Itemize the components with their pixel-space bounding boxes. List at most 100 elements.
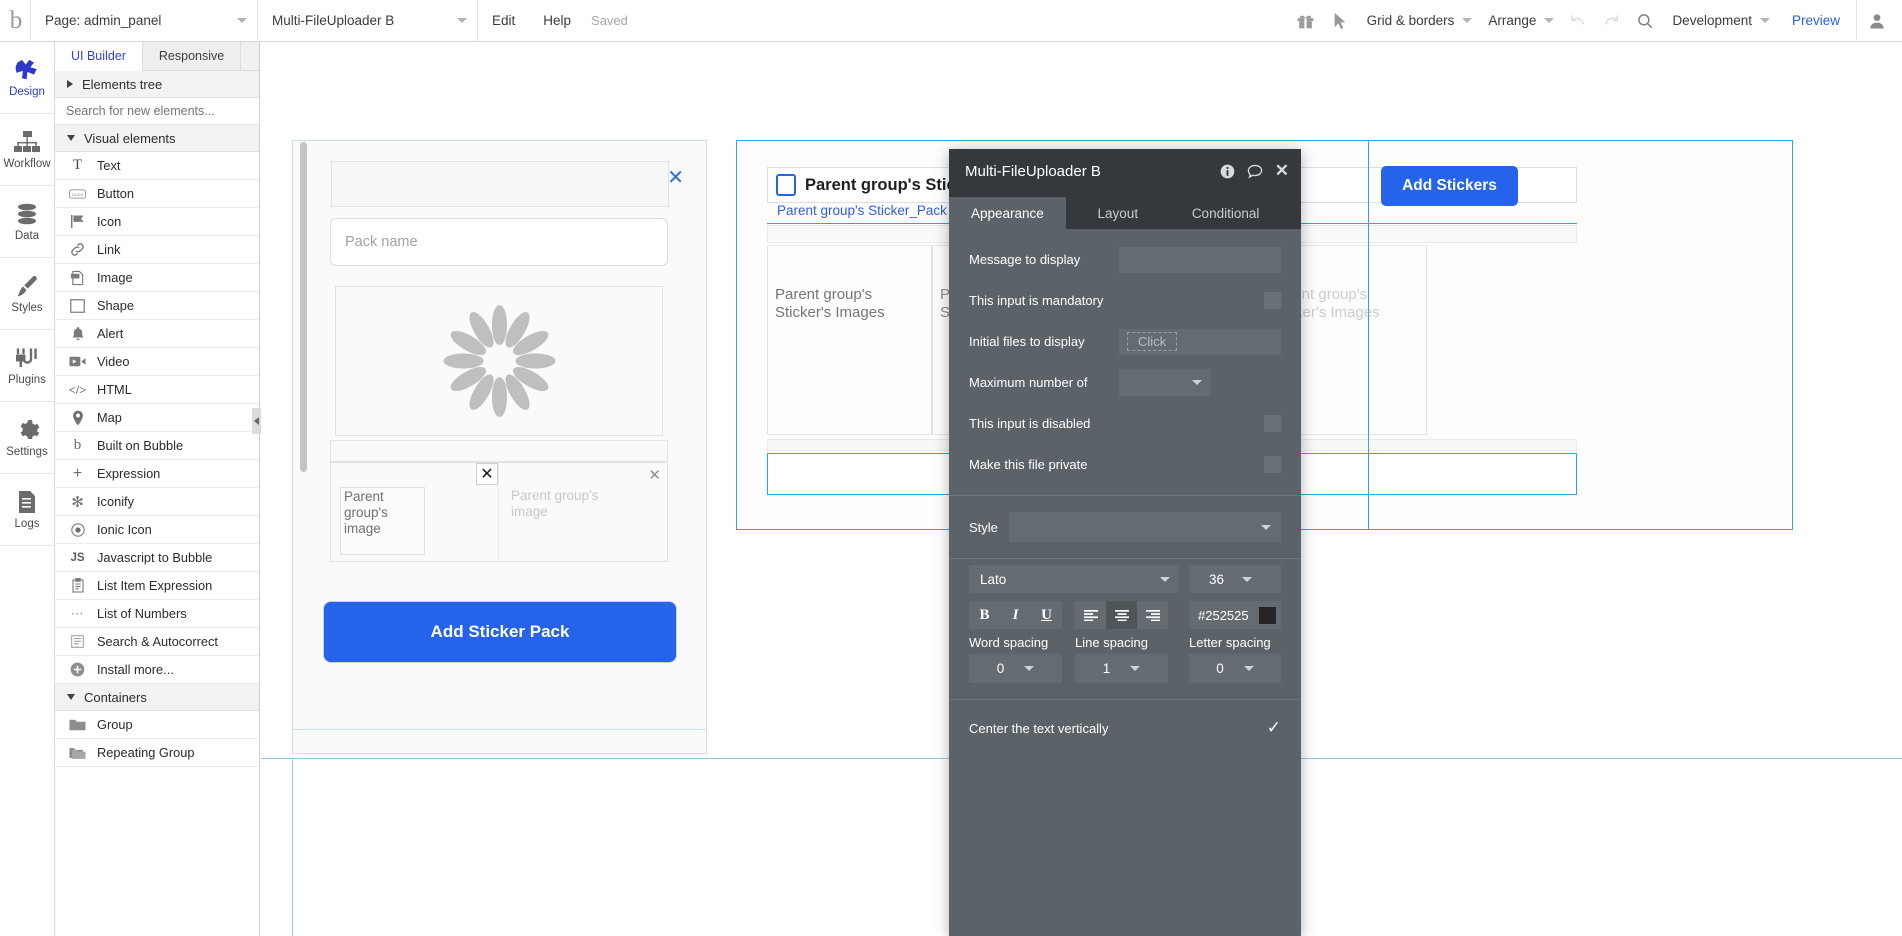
element-item-html[interactable]: </> HTML (55, 376, 259, 404)
private-checkbox[interactable] (1264, 456, 1281, 473)
element-item-repeating-group[interactable]: Repeating Group (55, 739, 259, 767)
align-left-icon[interactable] (1075, 601, 1106, 629)
property-editor[interactable]: Multi-FileUploader B ✕ Appearance Layout… (949, 149, 1301, 936)
comment-bubble-icon[interactable] (1247, 164, 1263, 179)
cursor-arrow-icon[interactable] (1323, 0, 1357, 42)
tab-conditional[interactable]: Conditional (1170, 197, 1282, 229)
help-menu[interactable]: Help (529, 0, 585, 42)
element-item-search-autocorrect[interactable]: Search & Autocorrect (55, 628, 259, 656)
sticker-card[interactable]: Parent group's Sticker's Images (767, 245, 932, 435)
font-style-group: B I U (969, 601, 1062, 629)
tab-ui-builder[interactable]: UI Builder (55, 42, 143, 71)
element-item-map[interactable]: Map (55, 404, 259, 432)
element-item-built-on-bubble[interactable]: b Built on Bubble (55, 432, 259, 460)
containers-header[interactable]: Containers (55, 684, 259, 711)
arrange-menu[interactable]: Arrange (1478, 0, 1560, 42)
mandatory-checkbox[interactable] (1264, 292, 1281, 309)
asterisk-icon: ✻ (69, 493, 86, 511)
element-select[interactable]: Multi-FileUploader B (258, 0, 478, 42)
word-spacing-select[interactable]: 0 (969, 654, 1062, 683)
search-icon[interactable] (1628, 0, 1662, 42)
tab-responsive[interactable]: Responsive (143, 42, 241, 70)
field-label: Style (969, 520, 1009, 535)
underline-icon[interactable]: U (1031, 601, 1062, 629)
preview-button[interactable]: Preview (1776, 13, 1856, 28)
sidebar-item-settings[interactable]: Settings (0, 402, 54, 474)
thumbnail-item[interactable]: ✕ Parent group's image (331, 463, 499, 563)
tab-layout[interactable]: Layout (1066, 197, 1170, 229)
letter-spacing-select[interactable]: 0 (1189, 654, 1281, 683)
style-select[interactable] (1009, 512, 1281, 542)
element-item-shape[interactable]: Shape (55, 292, 259, 320)
element-search-row[interactable] (55, 98, 259, 125)
user-avatar-icon[interactable] (1856, 0, 1896, 42)
center-vertically-checkbox[interactable]: ✓ (1267, 718, 1281, 738)
pack-name-input[interactable]: Pack name (330, 218, 668, 266)
element-item-video[interactable]: Video (55, 348, 259, 376)
left-panel: UI Builder Responsive Elements tree Visu… (55, 42, 260, 936)
font-color-picker[interactable]: #252525 (1189, 601, 1281, 629)
initial-files-input[interactable]: Click (1119, 329, 1281, 355)
element-item-group[interactable]: Group (55, 711, 259, 739)
sidebar-item-logs[interactable]: Logs (0, 474, 54, 546)
line-spacing-label: Line spacing (1075, 635, 1168, 650)
element-item-icon[interactable]: Icon (55, 208, 259, 236)
element-item-expression[interactable]: + Expression (55, 460, 259, 488)
grid-borders-menu[interactable]: Grid & borders (1357, 0, 1479, 42)
sidebar-item-workflow[interactable]: Workflow (0, 114, 54, 186)
info-icon[interactable] (1220, 164, 1235, 179)
element-item-ionic-icon[interactable]: Ionic Icon (55, 516, 259, 544)
chevron-right-icon (67, 80, 73, 88)
font-family-select[interactable]: Lato (969, 565, 1179, 593)
field-center-vertically: Center the text vertically ✓ (949, 699, 1301, 756)
element-label: Video (97, 354, 130, 369)
element-item-text[interactable]: T Text (55, 152, 259, 180)
thumbnail-item[interactable]: ✕ Parent group's image (499, 463, 667, 563)
element-item-install-more[interactable]: Install more... (55, 656, 259, 684)
sidebar-item-plugins[interactable]: Plugins (0, 330, 54, 402)
close-x-icon[interactable]: ✕ (476, 463, 498, 485)
element-item-button[interactable]: CLICK Button (55, 180, 259, 208)
element-item-javascript-to-bubble[interactable]: JS Javascript to Bubble (55, 544, 259, 572)
elements-tree-header[interactable]: Elements tree (55, 71, 259, 98)
disabled-checkbox[interactable] (1264, 415, 1281, 432)
search-input[interactable] (66, 104, 240, 118)
visual-elements-header[interactable]: Visual elements (55, 125, 259, 152)
page-select[interactable]: Page: admin_panel (30, 0, 258, 42)
element-item-iconify[interactable]: ✻ Iconify (55, 488, 259, 516)
element-item-list-item-expression[interactable]: List Item Expression (55, 572, 259, 600)
sidebar-item-design[interactable]: Design (0, 42, 54, 114)
sidebar-item-label: Settings (6, 446, 48, 458)
gift-icon[interactable] (1289, 0, 1323, 42)
bold-icon[interactable]: B (969, 601, 1000, 629)
sidebar-item-data[interactable]: Data (0, 186, 54, 258)
checkbox-icon[interactable] (776, 174, 796, 196)
italic-icon[interactable]: I (1000, 601, 1031, 629)
panel-scrollbar[interactable] (300, 142, 307, 472)
field-input-mandatory: This input is mandatory (949, 280, 1301, 321)
edit-menu[interactable]: Edit (478, 0, 529, 42)
element-item-list-of-numbers[interactable]: ⋯ List of Numbers (55, 600, 259, 628)
bubble-logo-icon[interactable]: b (0, 0, 28, 42)
panel-collapse-toggle[interactable] (252, 408, 261, 434)
maximum-number-select[interactable] (1119, 369, 1211, 396)
font-size-select[interactable]: 36 (1189, 565, 1281, 593)
undo-icon[interactable] (1560, 0, 1594, 42)
element-item-link[interactable]: Link (55, 236, 259, 264)
version-menu[interactable]: Development (1662, 0, 1776, 42)
tab-appearance[interactable]: Appearance (949, 197, 1066, 229)
redo-icon[interactable] (1594, 0, 1628, 42)
line-spacing-select[interactable]: 1 (1075, 654, 1168, 683)
close-x-icon[interactable]: ✕ (1275, 161, 1289, 181)
font-row-style-align-color: B I U (969, 601, 1281, 629)
element-item-image[interactable]: Image (55, 264, 259, 292)
close-x-icon[interactable]: ✕ (648, 466, 661, 484)
add-stickers-button[interactable]: Add Stickers (1381, 166, 1518, 206)
close-x-icon[interactable]: ✕ (667, 165, 684, 190)
align-center-icon[interactable] (1106, 601, 1137, 629)
element-item-alert[interactable]: Alert (55, 320, 259, 348)
message-to-display-input[interactable] (1119, 247, 1281, 273)
add-sticker-pack-button[interactable]: Add Sticker Pack (324, 602, 676, 662)
align-right-icon[interactable] (1137, 601, 1168, 629)
sidebar-item-styles[interactable]: Styles (0, 258, 54, 330)
